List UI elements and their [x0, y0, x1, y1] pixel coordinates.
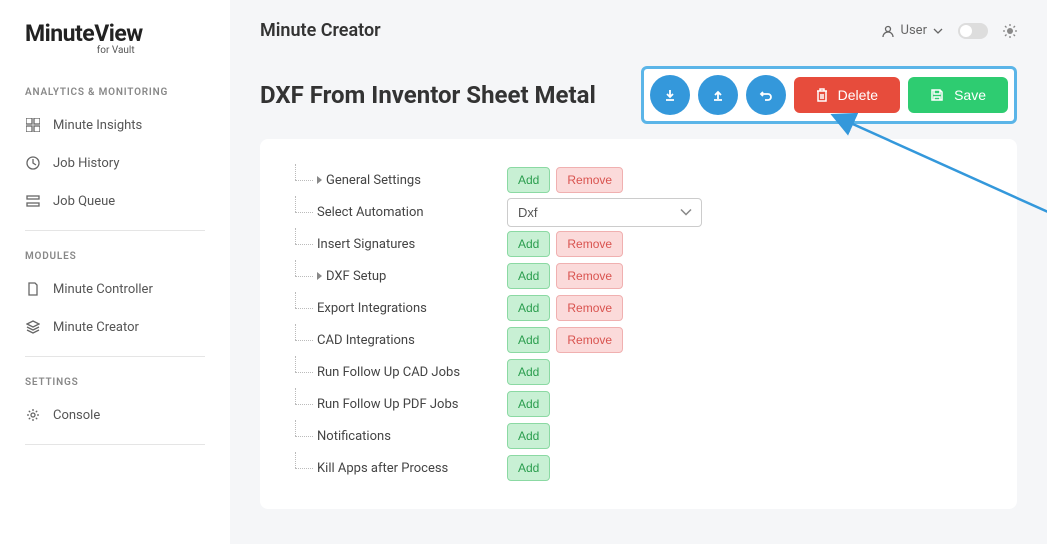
save-label: Save [954, 87, 986, 103]
save-icon [930, 88, 944, 102]
add-button[interactable]: Add [507, 263, 550, 289]
gear-icon [25, 407, 41, 423]
add-button[interactable]: Add [507, 455, 550, 481]
save-button[interactable]: Save [908, 77, 1008, 113]
add-button[interactable]: Add [507, 295, 550, 321]
tree-label: Run Follow Up PDF Jobs [317, 397, 507, 412]
tree-row: NotificationsAdd [295, 420, 982, 452]
add-button[interactable]: Add [507, 359, 550, 385]
add-button[interactable]: Add [507, 231, 550, 257]
delete-button[interactable]: Delete [794, 77, 900, 113]
tree-label: General Settings [317, 173, 507, 188]
trash-icon [816, 88, 828, 102]
divider [25, 230, 205, 231]
tree-branch [295, 404, 313, 405]
tree-label: CAD Integrations [317, 333, 507, 348]
tree-row: Insert SignaturesAddRemove [295, 228, 982, 260]
tree-branch [295, 212, 313, 213]
sidebar-item-console[interactable]: Console [0, 396, 230, 434]
chevron-down-icon [933, 28, 943, 34]
dashboard-icon [25, 117, 41, 133]
caret-icon[interactable] [317, 176, 322, 184]
main: Minute Creator User DXF From Inventor Sh… [230, 0, 1047, 544]
tree-row: DXF SetupAddRemove [295, 260, 982, 292]
sidebar-item-minute-controller[interactable]: Minute Controller [0, 270, 230, 308]
tree-row: Export IntegrationsAddRemove [295, 292, 982, 324]
layers-icon [25, 319, 41, 335]
sun-icon[interactable] [1003, 24, 1017, 38]
tree-row: Run Follow Up PDF JobsAdd [295, 388, 982, 420]
tree-row: General SettingsAddRemove [295, 164, 982, 196]
section-settings-label: SETTINGS [0, 367, 230, 396]
user-icon [881, 24, 895, 38]
tree-row: CAD IntegrationsAddRemove [295, 324, 982, 356]
remove-button[interactable]: Remove [556, 327, 623, 353]
tree-label: Insert Signatures [317, 237, 507, 252]
download-button[interactable] [650, 75, 690, 115]
download-icon [663, 88, 677, 102]
tree-label: Select Automation [317, 205, 507, 220]
topbar-title: Minute Creator [260, 20, 381, 41]
sidebar-item-label: Minute Insights [53, 118, 142, 133]
topbar: Minute Creator User [260, 20, 1017, 41]
tree-branch [295, 340, 313, 341]
tree-label: Export Integrations [317, 301, 507, 316]
sidebar-item-label: Minute Controller [53, 282, 153, 297]
divider [25, 444, 205, 445]
tree-label: Notifications [317, 429, 507, 444]
automation-select[interactable]: Dxf [507, 198, 702, 227]
tree-row: Run Follow Up CAD JobsAdd [295, 356, 982, 388]
document-icon [25, 281, 41, 297]
undo-icon [759, 88, 773, 102]
add-button[interactable]: Add [507, 327, 550, 353]
settings-panel: General SettingsAddRemoveSelect Automati… [260, 139, 1017, 509]
logo-main: MinuteView [25, 20, 143, 47]
remove-button[interactable]: Remove [556, 263, 623, 289]
caret-icon[interactable] [317, 272, 322, 280]
sidebar-item-label: Minute Creator [53, 320, 139, 335]
add-button[interactable]: Add [507, 391, 550, 417]
remove-button[interactable]: Remove [556, 231, 623, 257]
tree-branch [295, 468, 313, 469]
sidebar-item-label: Console [53, 408, 100, 423]
remove-button[interactable]: Remove [556, 167, 623, 193]
sidebar: MinuteView for Vault ANALYTICS & MONITOR… [0, 0, 230, 544]
tree-branch [295, 276, 313, 277]
tree-row: Kill Apps after ProcessAdd [295, 452, 982, 484]
undo-button[interactable] [746, 75, 786, 115]
sidebar-item-minute-creator[interactable]: Minute Creator [0, 308, 230, 346]
queue-icon [25, 193, 41, 209]
tree-branch [295, 244, 313, 245]
user-menu[interactable]: User [881, 23, 943, 38]
tree-branch [295, 308, 313, 309]
add-button[interactable]: Add [507, 423, 550, 449]
page-header: DXF From Inventor Sheet Metal Delete [260, 66, 1017, 124]
page-title: DXF From Inventor Sheet Metal [260, 81, 596, 109]
section-modules-label: MODULES [0, 241, 230, 270]
actions-box: Delete Save [641, 66, 1017, 124]
delete-label: Delete [838, 87, 878, 103]
tree-branch [295, 180, 313, 181]
divider [25, 356, 205, 357]
tree-label: DXF Setup [317, 269, 507, 284]
section-analytics-label: ANALYTICS & MONITORING [0, 77, 230, 106]
add-button[interactable]: Add [507, 167, 550, 193]
tree-row: Select AutomationDxf [295, 196, 982, 228]
sidebar-item-minute-insights[interactable]: Minute Insights [0, 106, 230, 144]
sidebar-item-label: Job History [53, 156, 119, 171]
sidebar-item-job-queue[interactable]: Job Queue [0, 182, 230, 220]
upload-button[interactable] [698, 75, 738, 115]
upload-icon [711, 88, 725, 102]
sidebar-item-job-history[interactable]: Job History [0, 144, 230, 182]
tree-branch [295, 436, 313, 437]
sidebar-item-label: Job Queue [53, 194, 115, 209]
tree-label: Run Follow Up CAD Jobs [317, 365, 507, 380]
theme-toggle[interactable] [958, 23, 988, 39]
user-label: User [901, 23, 927, 38]
remove-button[interactable]: Remove [556, 295, 623, 321]
history-icon [25, 155, 41, 171]
tree-branch [295, 372, 313, 373]
tree-label: Kill Apps after Process [317, 461, 507, 476]
logo: MinuteView for Vault [0, 20, 230, 77]
